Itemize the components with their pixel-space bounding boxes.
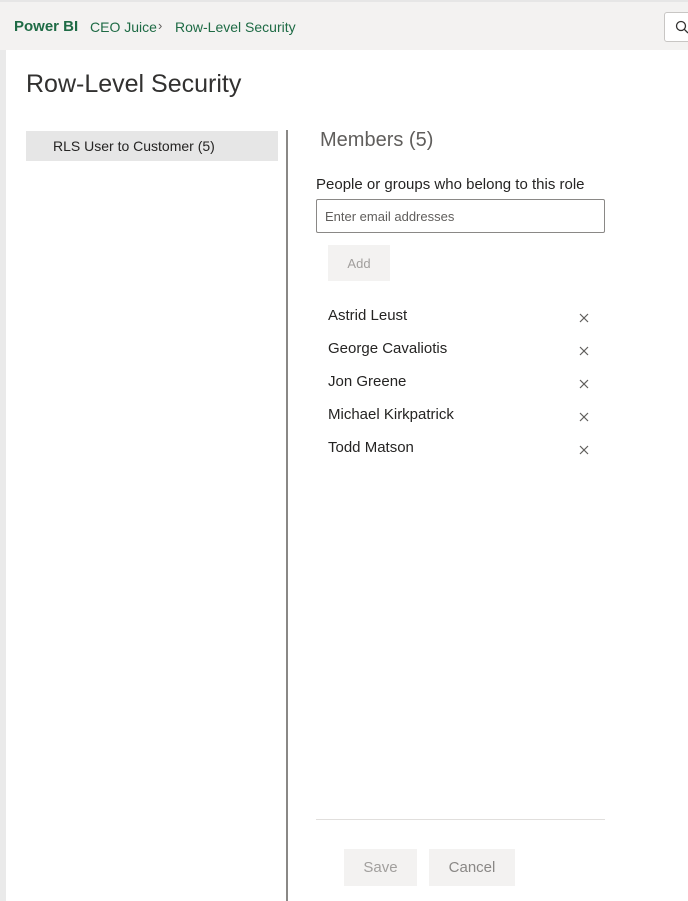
page-title: Row-Level Security (26, 70, 242, 98)
member-name: Todd Matson (328, 439, 414, 456)
close-icon[interactable] (577, 344, 591, 358)
save-button[interactable]: Save (344, 849, 417, 886)
breadcrumb-current[interactable]: Row-Level Security (175, 19, 296, 35)
footer-divider (316, 819, 605, 820)
close-icon[interactable] (577, 311, 591, 325)
vertical-divider (286, 130, 288, 901)
member-list: Astrid Leust George Cavaliotis Jon Green… (328, 299, 598, 464)
member-row: Todd Matson (328, 431, 598, 464)
add-member-button[interactable]: Add (328, 245, 390, 281)
search-icon (675, 20, 688, 34)
member-row: Astrid Leust (328, 299, 598, 332)
security-panel: Row-Level Security RLS User to Customer … (6, 50, 688, 901)
breadcrumb-workspace[interactable]: CEO Juice (90, 19, 157, 35)
member-row: Jon Greene (328, 365, 598, 398)
cancel-button[interactable]: Cancel (429, 849, 515, 886)
members-title: Members (5) (320, 129, 434, 151)
member-name: Jon Greene (328, 373, 407, 390)
close-icon[interactable] (577, 443, 591, 457)
top-bar: Power BI CEO Juice › Row-Level Security (0, 0, 688, 50)
member-row: George Cavaliotis (328, 332, 598, 365)
member-name: Astrid Leust (328, 307, 408, 324)
chevron-right-icon: › (158, 18, 163, 33)
email-input[interactable] (316, 199, 605, 233)
close-icon[interactable] (577, 377, 591, 391)
role-item-rls-user-to-customer[interactable]: RLS User to Customer (5) (26, 131, 278, 161)
app-brand[interactable]: Power BI (14, 18, 78, 35)
member-name: Michael Kirkpatrick (328, 406, 454, 423)
member-name: George Cavaliotis (328, 340, 448, 357)
close-icon[interactable] (577, 410, 591, 424)
search-button[interactable] (664, 12, 688, 42)
members-subtitle: People or groups who belong to this role (316, 176, 585, 193)
member-row: Michael Kirkpatrick (328, 398, 598, 431)
